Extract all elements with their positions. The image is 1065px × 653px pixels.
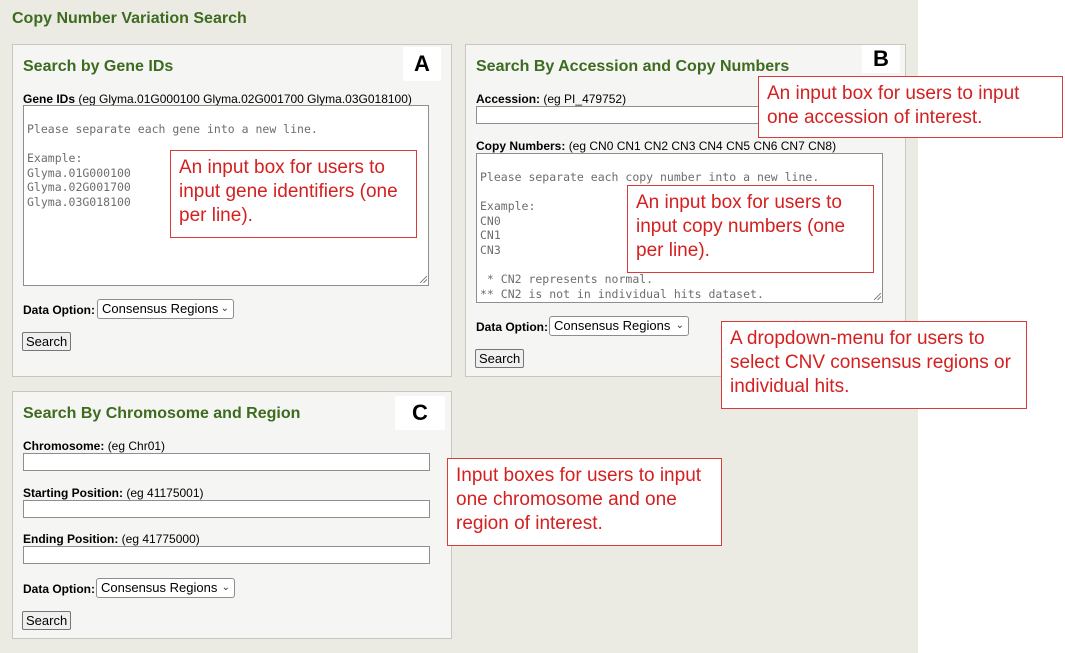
chromosome-hint: (eg Chr01)	[107, 439, 166, 453]
panel-letter: B	[862, 45, 900, 73]
ending-position-input[interactable]	[23, 546, 430, 564]
copy-numbers-label: Copy Numbers: (eg CN0 CN1 CN2 CN3 CN4 CN…	[476, 139, 837, 153]
starting-position-hint: (eg 41175001)	[126, 486, 204, 500]
copy-numbers-hint: (eg CN0 CN1 CN2 CN3 CN4 CN5 CN6 CN7 CN8)	[568, 139, 837, 153]
accession-label: Accession: (eg PI_479752)	[476, 92, 627, 106]
data-option-select[interactable]: Consensus Regions ⌄	[549, 316, 689, 336]
field-hint: (eg Glyma.01G000100 Glyma.02G001700 Glym…	[78, 92, 412, 106]
panel-title: Search By Chromosome and Region	[23, 405, 301, 422]
chevron-down-icon: ⌄	[675, 320, 684, 331]
callout-dropdown: A dropdown-menu for users to select CNV …	[721, 321, 1027, 409]
resize-grip-icon[interactable]	[420, 276, 427, 283]
ending-position-hint: (eg 41775000)	[121, 532, 200, 546]
panel-title: Search by Gene IDs	[23, 58, 174, 75]
data-option-select[interactable]: Consensus Regions ⌄	[97, 299, 234, 319]
ending-position-label: Ending Position: (eg 41775000)	[23, 532, 200, 546]
search-button[interactable]: Search	[22, 332, 72, 351]
callout-accession-input: An input box for users to input one acce…	[758, 76, 1063, 138]
starting-position-label: Starting Position: (eg 41175001)	[23, 486, 204, 500]
page-title: Copy Number Variation Search	[12, 10, 247, 27]
callout-region-inputs: Input boxes for users to input one chrom…	[447, 458, 722, 546]
resize-grip-icon[interactable]	[874, 293, 881, 300]
callout-copy-input: An input box for users to input copy num…	[627, 185, 874, 273]
panel-chromosome-region: Search By Chromosome and Region C Chromo…	[12, 391, 452, 639]
accession-hint: (eg PI_479752)	[543, 92, 627, 106]
data-option-label: Data Option:	[23, 303, 95, 317]
callout-gene-input: An input box for users to input gene ide…	[170, 150, 417, 238]
search-button[interactable]: Search	[22, 611, 72, 630]
starting-position-input[interactable]	[23, 500, 430, 518]
panel-letter: C	[395, 396, 445, 430]
chromosome-label: Chromosome: (eg Chr01)	[23, 439, 166, 453]
data-option-value: Consensus Regions	[554, 318, 671, 333]
chevron-down-icon: ⌄	[220, 303, 229, 314]
chevron-down-icon: ⌄	[221, 582, 230, 593]
data-option-value: Consensus Regions	[101, 580, 218, 595]
chromosome-input[interactable]	[23, 453, 430, 471]
panel-title: Search By Accession and Copy Numbers	[476, 58, 790, 75]
data-option-label: Data Option:	[476, 320, 548, 334]
gene-ids-label: Gene IDs (eg Glyma.01G000100 Glyma.02G00…	[23, 92, 412, 106]
data-option-label: Data Option:	[23, 582, 95, 596]
data-option-select[interactable]: Consensus Regions ⌄	[96, 578, 235, 598]
data-option-value: Consensus Regions	[102, 301, 219, 316]
field-label: Gene IDs	[23, 92, 76, 106]
panel-letter: A	[403, 47, 441, 81]
search-button[interactable]: Search	[475, 349, 525, 368]
